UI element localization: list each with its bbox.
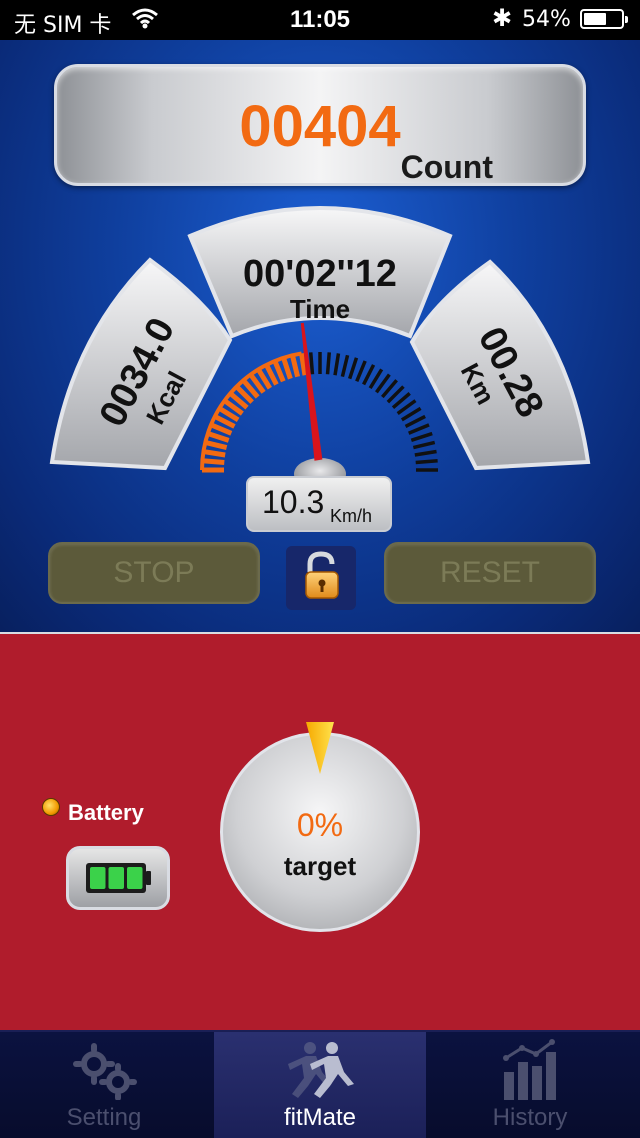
gauge-tick [325,352,332,375]
gauge-tick [404,414,426,428]
gauge-tick [281,357,293,380]
battery-bar [127,867,143,889]
gauge-tick [203,449,226,458]
bar-chart-icon [503,1039,556,1100]
gauge-tick [408,423,430,435]
device-battery-indicator [66,846,170,910]
step-count-value: 00404 [239,94,401,159]
status-bar: 无 SIM 卡 11:05 ✱ 54% [0,0,640,40]
battery-icon [580,9,628,29]
gauge-tick [415,458,438,465]
step-counter-display: 00404 Count [54,64,586,186]
target-percent: 0% [296,807,344,843]
gears-icon [73,1043,137,1100]
gauge-tick [202,458,225,465]
device-battery-icon [86,863,151,893]
tab-fitmate-label: fitMate [283,1104,357,1131]
unlocked-padlock-icon [305,551,339,599]
tab-bar: Setting fitMate History [0,1030,640,1138]
gauge-tick [272,360,286,383]
speed-gauge: 0034.0 Kcal 00'02''12 Time 00.28 Km [49,206,591,480]
reset-button[interactable]: RESET [384,542,596,604]
tab-setting-label: Setting [66,1104,142,1131]
speed-value: 10.3 [262,484,325,520]
gauge-tick [290,354,301,378]
gauge-tick [412,440,436,450]
battery-led-icon [42,798,60,816]
stop-button[interactable]: STOP [48,542,260,604]
speed-unit: Km/h [330,506,373,526]
step-count-label: Count [400,149,493,185]
bluetooth-icon: ✱ [492,4,513,32]
lock-button[interactable] [286,546,356,610]
gauge-tick [348,357,359,380]
gauge-tick [355,360,367,382]
tab-history-label: History [492,1104,568,1131]
gauge-tick [362,364,376,386]
runner-icon [288,1042,354,1098]
time-value: 00'02''12 [243,253,397,295]
tab-setting[interactable]: Setting [40,1032,168,1138]
speed-needle [300,322,323,461]
gauge-tick [414,449,437,457]
gauge-tick [308,352,315,375]
battery-bar [90,867,106,889]
gauge-tick [410,431,433,442]
tab-history[interactable]: History [470,1032,590,1138]
gauge-tick [207,431,230,443]
time-label: Time [290,294,350,324]
gauge-tick [340,354,350,378]
target-label: target [283,851,357,881]
battery-bar [108,867,124,889]
battery-percent: 54% [522,7,571,32]
battery-label: Battery [68,800,144,825]
tab-fitmate[interactable]: fitMate [250,1032,390,1138]
speed-readout: 10.3 Km/h [246,476,392,532]
target-marker-icon [306,722,334,774]
gauge-tick [204,440,228,451]
gauge-tick [333,353,341,376]
gauge-tick [210,422,233,436]
